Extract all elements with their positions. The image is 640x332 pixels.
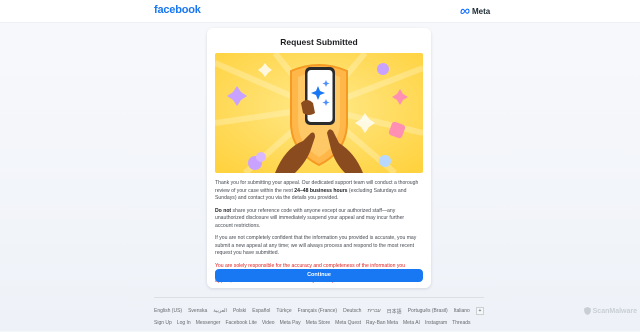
footer-link[interactable]: Ray-Ban Meta xyxy=(366,320,398,327)
watermark-label: ScanMalware xyxy=(592,307,637,315)
language-link[interactable]: Polski xyxy=(233,308,246,314)
footer-link[interactable]: Meta AI xyxy=(403,320,420,327)
more-languages-button[interactable]: + xyxy=(475,307,484,315)
footer-link[interactable]: Facebook Lite xyxy=(225,320,256,327)
meta-infinity-icon xyxy=(460,8,470,14)
footer-link[interactable]: Meta Quest xyxy=(335,320,361,327)
language-link[interactable]: Italiano xyxy=(454,308,470,314)
page-title: Request Submitted xyxy=(280,37,358,47)
language-link[interactable]: Português (Brasil) xyxy=(408,308,448,314)
footer-link[interactable]: Meta Store xyxy=(306,320,330,327)
language-link[interactable]: العربية xyxy=(213,308,227,314)
top-bar: facebook Meta xyxy=(0,0,640,23)
paragraph-resubmit: If you are not completely confident that… xyxy=(215,235,417,256)
meta-logo[interactable]: Meta xyxy=(460,5,490,17)
footer: English (US) Svenska العربية Polski Español T… xyxy=(154,297,484,332)
language-link[interactable]: English (US) xyxy=(154,308,182,314)
shield-icon xyxy=(583,307,591,315)
language-link[interactable]: 日本語 xyxy=(387,308,402,315)
request-submitted-card: Request Submitted Thank you for submitti… xyxy=(207,28,431,288)
hero-illustration xyxy=(215,53,423,173)
language-link[interactable]: Deutsch xyxy=(343,308,361,314)
footer-link[interactable]: Meta Pay xyxy=(280,320,301,327)
paragraph-review: Thank you for submitting your appeal. Ou… xyxy=(215,180,419,201)
footer-link[interactable]: Sign Up xyxy=(154,320,172,327)
language-link[interactable]: Français (France) xyxy=(298,308,337,314)
footer-link[interactable]: Messenger xyxy=(196,320,221,327)
language-list: English (US) Svenska العربية Polski Español T… xyxy=(154,307,484,315)
continue-button[interactable]: Continue xyxy=(215,269,423,282)
scanmalware-watermark: ScanMalware xyxy=(583,307,637,315)
language-link[interactable]: Türkçe xyxy=(276,308,291,314)
footer-link[interactable]: Log In xyxy=(177,320,191,327)
footer-links: Sign Up Log In Messenger Facebook Lite Video… xyxy=(154,320,484,327)
language-link[interactable]: Español xyxy=(252,308,270,314)
footer-link[interactable]: Video xyxy=(262,320,275,327)
paragraph-reference-code: Do not share your reference code with an… xyxy=(215,207,405,229)
footer-link[interactable]: Instagram xyxy=(425,320,447,327)
facebook-logo[interactable]: facebook xyxy=(154,4,201,18)
meta-label: Meta xyxy=(472,6,491,16)
language-link[interactable]: עברית xyxy=(367,308,380,314)
footer-link[interactable]: Threads xyxy=(452,320,470,327)
phone-sparkle-illustration xyxy=(215,53,423,173)
language-link[interactable]: Svenska xyxy=(188,308,207,314)
